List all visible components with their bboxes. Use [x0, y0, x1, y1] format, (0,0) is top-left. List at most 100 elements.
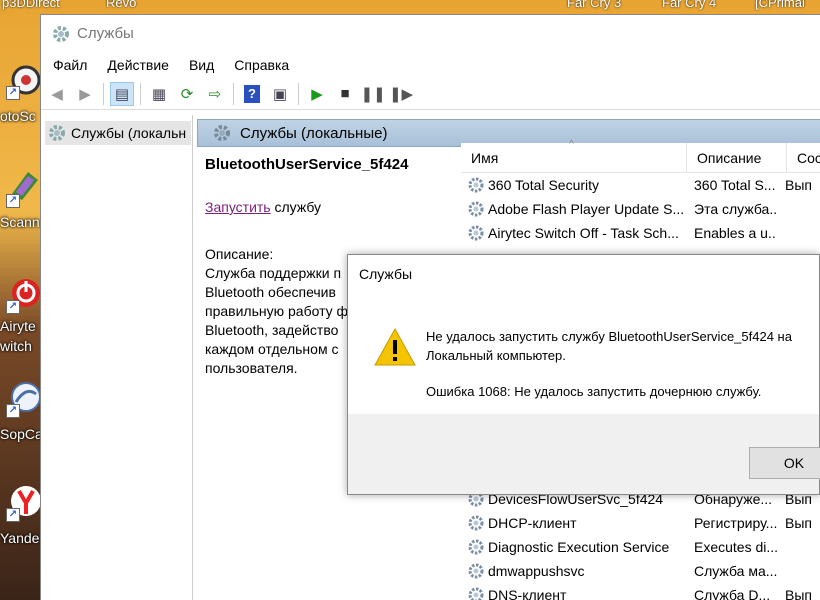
service-name: DNS-клиент: [488, 587, 567, 600]
service-desc: Executes di...: [694, 539, 777, 555]
start-service-line: Запустить службу: [205, 198, 465, 217]
dialog-error-text: Ошибка 1068: Не удалось запустить дочерн…: [426, 384, 762, 399]
window-title: Службы: [77, 25, 134, 42]
service-state: Вып: [785, 587, 812, 600]
menu-file[interactable]: Файл: [43, 57, 97, 73]
table-row[interactable]: DNS-клиент Служба D... Вып: [461, 583, 820, 600]
column-description[interactable]: Описание: [687, 143, 787, 173]
desktop-icon-label: Yande: [0, 530, 40, 546]
desktop-icon-label: witch: [0, 338, 32, 354]
properties-icon: ▦: [151, 85, 167, 103]
service-name: dmwappushsvc: [488, 563, 585, 579]
help-button[interactable]: ?: [240, 82, 264, 106]
service-desc: Enables a u...: [694, 225, 777, 241]
toolbar-separator: [103, 82, 104, 105]
toolbar-separator: [298, 82, 299, 105]
tree-item-label: Службы (локальн: [71, 125, 187, 141]
refresh-icon: ⟳: [180, 85, 194, 103]
desktop-label[interactable]: Far Cry 4: [662, 0, 716, 10]
warning-icon: [374, 327, 416, 366]
list-header: ^ Имя Описание Сост: [461, 139, 820, 173]
service-name: 360 Total Security: [488, 177, 600, 193]
table-row[interactable]: dmwappushsvc Служба ма...: [461, 559, 820, 583]
desktop-icon-label: Airyte: [0, 318, 36, 334]
ok-button[interactable]: OK: [749, 447, 820, 479]
desktop-label[interactable]: Far Cry 3: [567, 0, 621, 10]
view-button[interactable]: ▣: [268, 82, 292, 106]
menubar: Файл Действие Вид Справка: [41, 52, 820, 78]
error-dialog: Службы Не удалось запустить службу Bluet…: [347, 254, 820, 495]
forward-button[interactable]: ▶: [73, 82, 97, 106]
service-gear-icon: [468, 515, 484, 531]
shortcut-arrow-icon: ↗: [6, 404, 20, 418]
services-gear-icon: [49, 125, 65, 141]
desktop-label[interactable]: p3DDirect: [2, 0, 60, 10]
table-row[interactable]: 360 Total Security 360 Total S... Вып: [461, 173, 820, 197]
sort-ascending-icon: ^: [569, 139, 574, 150]
console-tree: Службы (локальн: [41, 115, 193, 600]
show-tree-button[interactable]: ▤: [110, 81, 134, 106]
dialog-title[interactable]: Службы: [348, 255, 819, 293]
desktop-top-strip: p3DDirect Revo Far Cry 3 Far Cry 4 [CPri…: [0, 0, 820, 14]
pause-service-button[interactable]: ❚❚: [360, 82, 386, 106]
service-gear-icon: [468, 225, 484, 241]
view-icon: ▣: [272, 85, 288, 103]
dialog-message-line: Не удалось запустить службу BluetoothUse…: [426, 329, 792, 344]
pause-icon: ❚❚: [360, 85, 386, 103]
shortcut-arrow-icon: ↗: [6, 508, 20, 522]
service-desc: Служба D...: [694, 587, 771, 600]
console-tree-icon: ▤: [114, 85, 130, 103]
pane-title: Службы (локальные): [240, 124, 388, 142]
table-row[interactable]: Adobe Flash Player Update S... Эта служб…: [461, 197, 820, 221]
selected-service-name: BluetoothUserService_5f424: [205, 156, 409, 173]
service-desc: 360 Total S...: [694, 177, 776, 193]
menu-help[interactable]: Справка: [224, 57, 299, 73]
shortcut-arrow-icon: ↗: [6, 300, 20, 314]
arrow-left-icon: ◀: [51, 85, 63, 103]
back-button[interactable]: ◀: [45, 82, 69, 106]
service-gear-icon: [468, 177, 484, 193]
start-service-link[interactable]: Запустить: [205, 199, 271, 215]
start-service-button[interactable]: ▶: [305, 82, 329, 106]
service-state: Вып: [785, 515, 812, 531]
services-gear-icon: [214, 125, 230, 141]
desktop-icon-label: SopCa: [0, 426, 43, 442]
column-state[interactable]: Сост: [787, 143, 820, 173]
desktop-label[interactable]: [CPrimal: [755, 0, 805, 10]
table-row[interactable]: DHCP-клиент Регистриру... Вып: [461, 511, 820, 535]
dialog-message: Не удалось запустить службу BluetoothUse…: [426, 327, 816, 365]
tree-item-services-local[interactable]: Службы (локальн: [45, 121, 191, 145]
restart-icon: ❚▶: [388, 85, 414, 103]
service-desc: Служба ма...: [694, 563, 777, 579]
service-desc: Эта служба...: [694, 201, 777, 217]
desktop-icon-label: Scann: [0, 214, 40, 230]
refresh-button[interactable]: ⟳: [175, 82, 199, 106]
toolbar-separator: [233, 82, 234, 105]
column-name[interactable]: Имя: [461, 143, 687, 173]
export-list-icon: ⇨: [208, 85, 222, 103]
help-icon: ?: [244, 84, 260, 103]
service-gear-icon: [468, 201, 484, 217]
restart-service-button[interactable]: ❚▶: [389, 82, 413, 106]
service-name: DHCP-клиент: [488, 515, 577, 531]
menu-view[interactable]: Вид: [179, 57, 224, 73]
service-desc: Регистриру...: [694, 515, 777, 531]
export-button[interactable]: ⇨: [203, 82, 227, 106]
dialog-message-line: Локальный компьютер.: [426, 348, 566, 363]
properties-button[interactable]: ▦: [147, 82, 171, 106]
services-gear-icon: [53, 25, 69, 42]
table-row[interactable]: Diagnostic Execution Service Executes di…: [461, 535, 820, 559]
desktop-icon-label: otoSc: [0, 108, 36, 124]
service-state: Вып: [785, 177, 812, 193]
stop-icon: ■: [340, 85, 350, 102]
window-titlebar[interactable]: Службы: [41, 15, 820, 52]
desktop-label[interactable]: Revo: [106, 0, 136, 10]
stop-service-button[interactable]: ■: [333, 82, 357, 106]
service-gear-icon: [468, 587, 484, 600]
service-name: Airytec Switch Off - Task Sch...: [488, 225, 679, 241]
table-row[interactable]: Airytec Switch Off - Task Sch... Enables…: [461, 221, 820, 245]
shortcut-arrow-icon: ↗: [6, 86, 20, 100]
toolbar: ◀ ▶ ▤ ▦ ⟳ ⇨ ? ▣ ▶ ■ ❚❚ ❚▶: [41, 78, 820, 110]
menu-action[interactable]: Действие: [97, 57, 179, 73]
service-name: Diagnostic Execution Service: [488, 539, 670, 555]
